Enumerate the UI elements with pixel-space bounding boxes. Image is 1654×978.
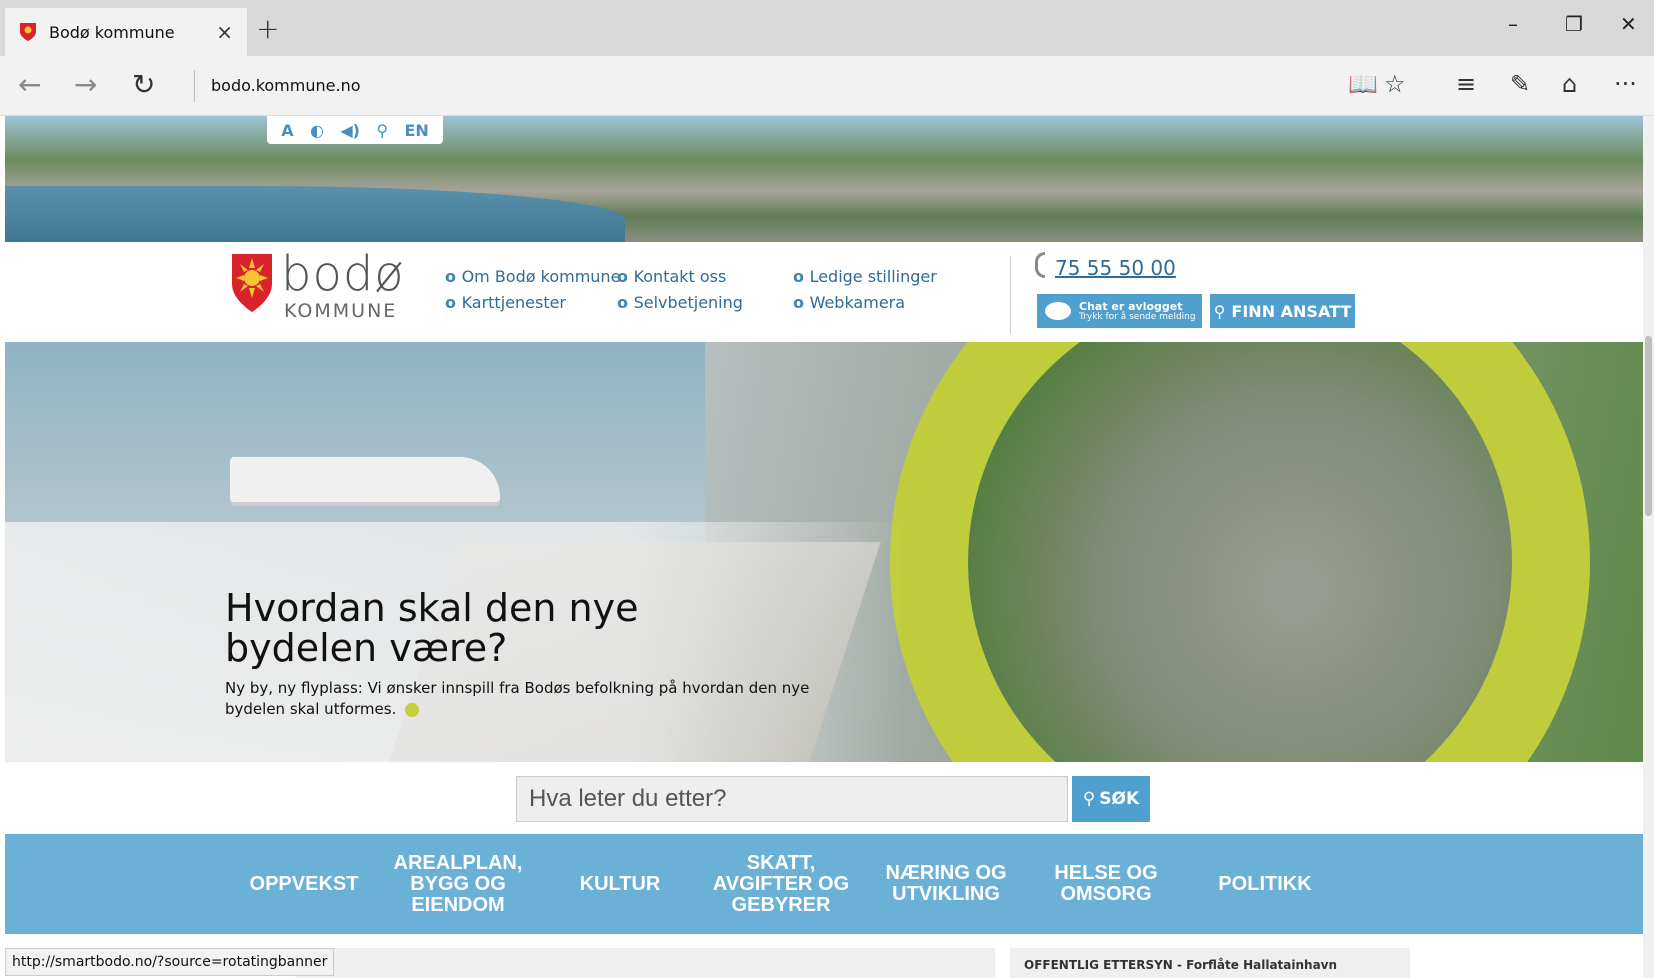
- category-helse[interactable]: HELSE OG OMSORG: [1051, 834, 1161, 934]
- chat-status: Chat er avlogget: [1079, 299, 1183, 313]
- find-employee-label: FINN ANSATT: [1231, 301, 1352, 321]
- header-links-col2: Kontakt oss Selvbetjening: [617, 264, 743, 316]
- web-note-icon[interactable]: ✎: [1510, 70, 1530, 98]
- category-oppvekst[interactable]: OPPVEKST: [233, 834, 375, 934]
- hub-icon[interactable]: ≡: [1456, 70, 1476, 98]
- sitemap-icon[interactable]: ⚲: [376, 121, 388, 140]
- link-selvbetjening[interactable]: Selvbetjening: [617, 290, 743, 316]
- favorite-star-icon[interactable]: ☆: [1384, 70, 1406, 98]
- address-bar: ← → ↻ bodo.kommune.no 📖 ☆ ≡ ✎ ⌂ ···: [0, 56, 1654, 116]
- reading-view-icon[interactable]: 📖: [1348, 70, 1378, 98]
- hero-title[interactable]: Hvordan skal den nye bydelen være?: [225, 588, 785, 668]
- phone-number-link[interactable]: 75 55 50 00: [1055, 256, 1176, 280]
- bodo-favicon-icon: [20, 23, 36, 41]
- text-size-icon[interactable]: A: [281, 121, 293, 140]
- news-panel: [295, 948, 995, 978]
- tab-title: Bodø kommune: [49, 22, 175, 42]
- site-search-input[interactable]: Hva leter du etter?: [516, 776, 1068, 822]
- chat-button[interactable]: Chat er avlogget Trykk for å sende meldi…: [1037, 294, 1202, 328]
- hero-description: Ny by, ny flyplass: Vi ønsker innspill f…: [225, 679, 810, 718]
- chat-bubble-icon: [1045, 302, 1071, 320]
- search-section: Hva leter du etter? ⚲ SØK: [5, 762, 1643, 834]
- search-icon: ⚲: [1213, 301, 1226, 321]
- link-ledige-stillinger[interactable]: Ledige stillinger: [793, 264, 937, 290]
- find-employee-button[interactable]: ⚲ FINN ANSATT: [1210, 294, 1355, 328]
- forward-icon[interactable]: →: [74, 68, 97, 101]
- link-karttjenester[interactable]: Karttjenester: [445, 290, 620, 316]
- banner-ring-graphic: [890, 342, 1590, 762]
- browser-tab[interactable]: Bodø kommune ×: [5, 8, 247, 56]
- category-skatt[interactable]: SKATT, AVGIFTER OG GEBYRER: [711, 834, 851, 934]
- status-bar-url: http://smartbodo.no/?source=rotatingbann…: [5, 948, 335, 976]
- logo-name[interactable]: bodø: [281, 246, 405, 302]
- category-arealplan[interactable]: AREALPLAN, BYGG OG EIENDOM: [393, 834, 523, 934]
- restore-icon[interactable]: ❐: [1565, 12, 1583, 36]
- bodo-coat-of-arms-icon[interactable]: [230, 252, 274, 314]
- share-icon[interactable]: ⌂: [1562, 70, 1577, 98]
- search-icon: ⚲: [1082, 789, 1096, 809]
- search-button[interactable]: ⚲ SØK: [1072, 776, 1150, 822]
- hero-text: Ny by, ny flyplass: Vi ønsker innspill f…: [225, 678, 845, 720]
- phone-icon: [1035, 252, 1045, 278]
- logo-subtitle: KOMMUNE: [284, 300, 398, 322]
- close-window-icon[interactable]: ✕: [1620, 12, 1637, 36]
- link-webkamera[interactable]: Webkamera: [793, 290, 937, 316]
- minimize-icon[interactable]: –: [1508, 12, 1518, 36]
- hero-banner[interactable]: Hvordan skal den nye bydelen være? Ny by…: [5, 342, 1643, 762]
- contrast-icon[interactable]: ◐: [310, 121, 324, 140]
- category-kultur[interactable]: KULTUR: [555, 834, 685, 934]
- category-politikk[interactable]: POLITIKK: [1195, 834, 1335, 934]
- header-links-col1: Om Bodø kommune Karttjenester: [445, 264, 621, 316]
- search-button-label: SØK: [1099, 789, 1140, 809]
- back-icon[interactable]: ←: [18, 68, 41, 101]
- header-links-col3: Ledige stillinger Webkamera: [793, 264, 937, 316]
- url-field[interactable]: bodo.kommune.no: [194, 70, 361, 102]
- notice-panel[interactable]: OFFENTLIG ETTERSYN - Forflåte Hallatainh…: [1010, 948, 1410, 978]
- link-om-bodo-kommune[interactable]: Om Bodø kommune: [445, 264, 621, 290]
- web-page: A ◐ ◀) ⚲ EN bodø KOMMUNE Om Bodø: [5, 116, 1643, 978]
- accessibility-toolbar: A ◐ ◀) ⚲ EN: [267, 116, 443, 144]
- new-tab-button[interactable]: +: [256, 12, 279, 45]
- scrollbar-thumb[interactable]: [1645, 336, 1652, 516]
- language-toggle[interactable]: EN: [404, 121, 428, 140]
- category-menu: OPPVEKST AREALPLAN, BYGG OG EIENDOM KULT…: [5, 834, 1643, 934]
- cruise-ship-image: [230, 457, 500, 502]
- more-icon[interactable]: ···: [1614, 70, 1637, 98]
- tab-bar: Bodø kommune × + – ❐ ✕: [0, 0, 1654, 56]
- header-divider: [1010, 256, 1011, 334]
- speech-icon[interactable]: ◀): [340, 121, 360, 140]
- city-panorama-image: A ◐ ◀) ⚲ EN: [5, 116, 1643, 242]
- category-naering[interactable]: NÆRING OG UTVIKLING: [881, 834, 1011, 934]
- site-header: bodø KOMMUNE Om Bodø kommune Karttjenest…: [5, 242, 1643, 342]
- link-kontakt-oss[interactable]: Kontakt oss: [617, 264, 743, 290]
- tab-close-icon[interactable]: ×: [216, 20, 233, 44]
- chat-hint: Trykk for å sende melding: [1079, 311, 1196, 322]
- read-more-arrow-icon[interactable]: [405, 702, 420, 717]
- refresh-icon[interactable]: ↻: [132, 68, 155, 101]
- page-scrollbar[interactable]: [1643, 116, 1654, 978]
